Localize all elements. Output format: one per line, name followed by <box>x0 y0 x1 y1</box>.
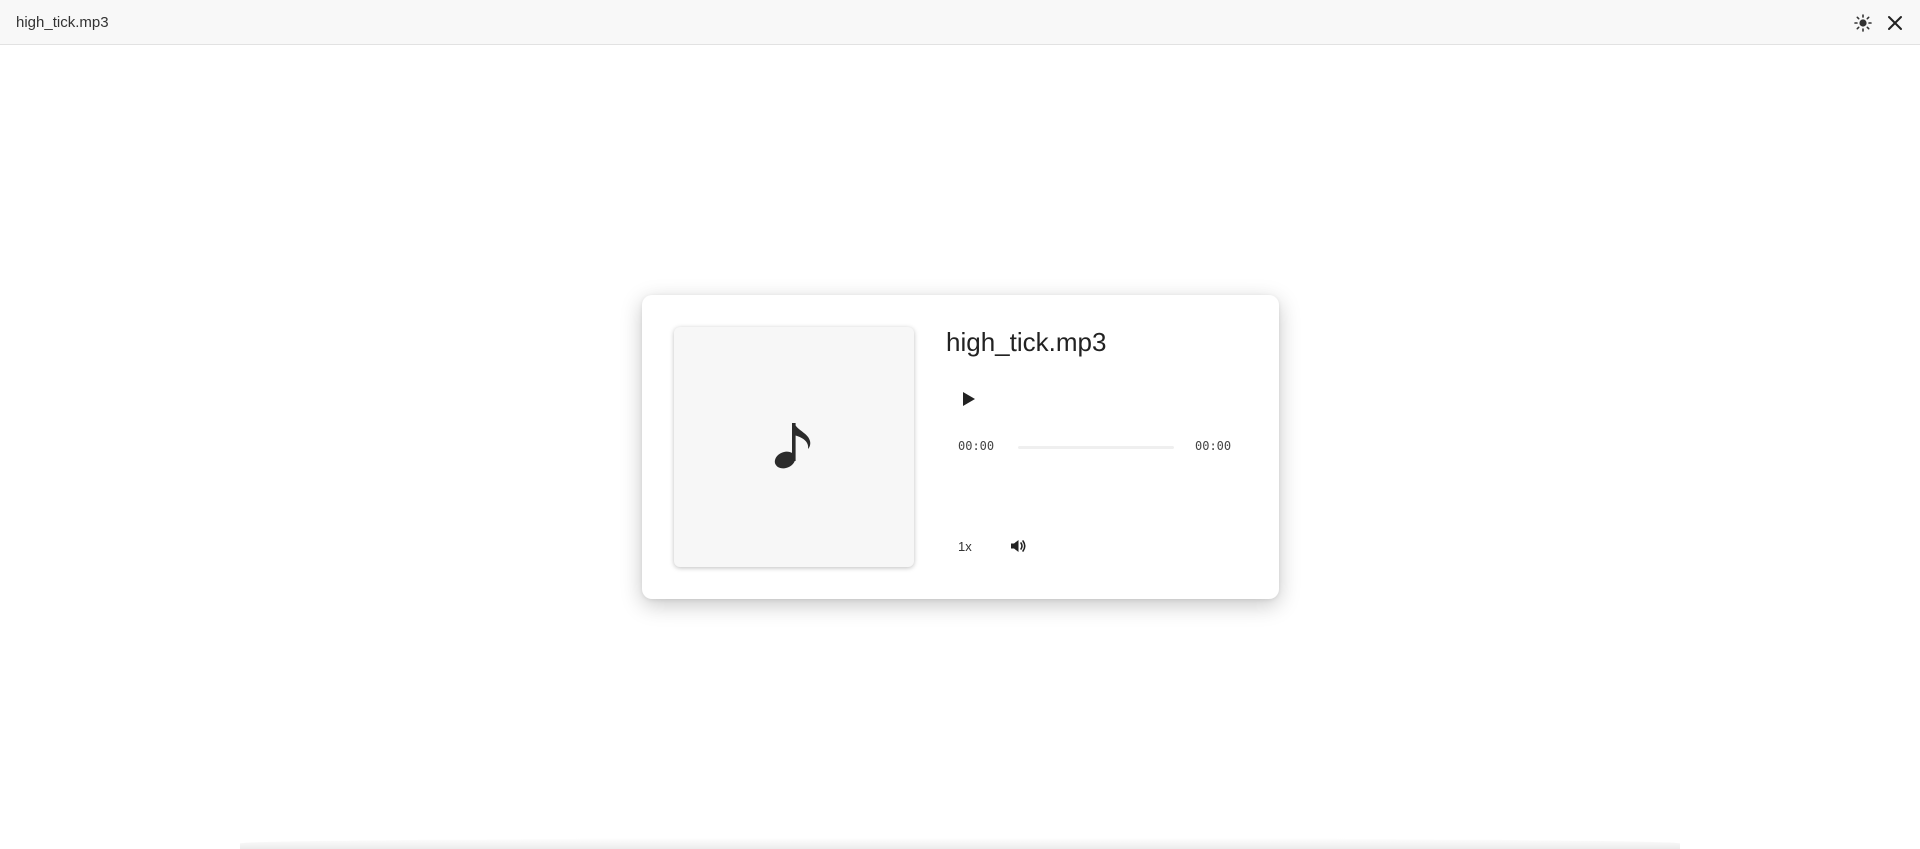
volume-button[interactable] <box>1008 536 1030 558</box>
play-button[interactable] <box>956 387 980 411</box>
volume-icon <box>1011 540 1026 552</box>
album-cover <box>674 327 914 567</box>
track-title: high_tick.mp3 <box>946 327 1107 357</box>
music-note-icon <box>772 419 816 476</box>
progress-slider[interactable] <box>1018 446 1174 449</box>
current-time: 00:00 <box>958 439 995 453</box>
playback-speed-button[interactable]: 1x <box>958 539 972 554</box>
play-icon <box>963 392 975 406</box>
close-icon[interactable] <box>1884 12 1906 34</box>
total-time: 00:00 <box>1195 439 1232 453</box>
title-bar: high_tick.mp3 <box>0 0 1920 45</box>
sun-icon[interactable] <box>1852 12 1874 34</box>
window-title: high_tick.mp3 <box>16 13 109 31</box>
titlebar-actions <box>1852 0 1906 45</box>
bottom-edge-shadow <box>240 838 1680 849</box>
audio-player-card: high_tick.mp3 00:00 00:00 1x <box>642 295 1279 599</box>
